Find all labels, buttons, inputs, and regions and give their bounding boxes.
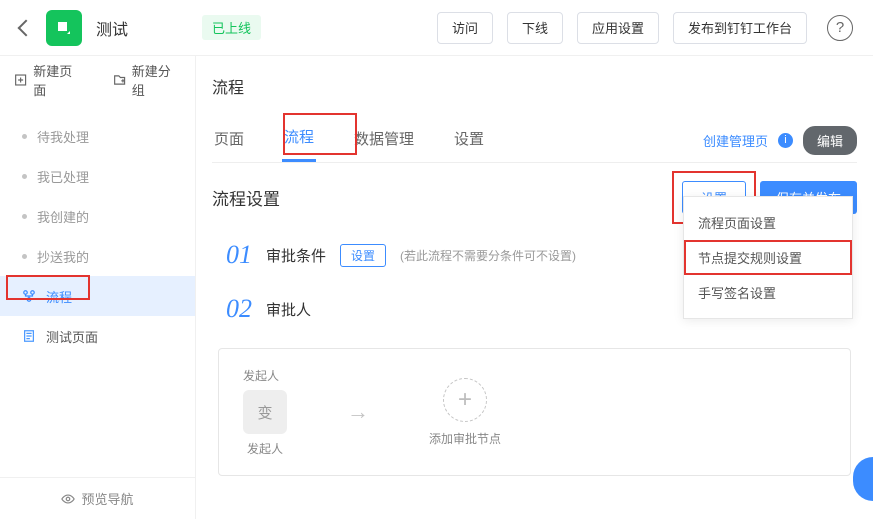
section-title: 流程 [212, 74, 857, 98]
new-group-label: 新建分组 [132, 61, 181, 99]
sidebar-item-done[interactable]: 我已处理 [0, 156, 195, 196]
flow-icon [22, 289, 36, 303]
app-settings-button[interactable]: 应用设置 [577, 12, 659, 44]
sidebar-item-todo[interactable]: 待我处理 [0, 116, 195, 156]
new-page-button[interactable]: 新建页面 [14, 61, 83, 99]
app-title: 测试 [96, 16, 128, 40]
sub-title: 流程设置 [212, 185, 280, 210]
step-1-hint: (若此流程不需要分条件可不设置) [400, 247, 576, 264]
new-group-button[interactable]: 新建分组 [113, 61, 182, 99]
eye-icon [61, 492, 75, 506]
offline-button[interactable]: 下线 [507, 12, 563, 44]
step-2-title: 审批人 [266, 299, 311, 320]
settings-dropdown: 流程页面设置 节点提交规则设置 手写签名设置 [683, 196, 853, 319]
initiator-node: 发起人 变 发起人 [243, 367, 287, 457]
info-icon[interactable]: i [778, 133, 793, 148]
status-badge: 已上线 [202, 15, 261, 40]
new-page-label: 新建页面 [33, 61, 82, 99]
new-page-icon [14, 73, 27, 87]
add-node-button[interactable]: + [443, 378, 487, 422]
dropdown-item-submit-rules[interactable]: 节点提交规则设置 [684, 240, 852, 275]
flow-diagram: 发起人 变 发起人 → + 添加审批节点 [218, 348, 851, 476]
new-group-icon [113, 73, 126, 87]
sidebar-item-flow[interactable]: 流程 [0, 276, 195, 316]
back-icon[interactable] [18, 19, 35, 36]
publish-button[interactable]: 发布到钉钉工作台 [673, 12, 807, 44]
sidebar: 新建页面 新建分组 待我处理 我已处理 我创建的 抄送我的 流程 测试页面 预览… [0, 56, 196, 519]
dropdown-item-page-settings[interactable]: 流程页面设置 [684, 205, 852, 240]
step-1-settings-button[interactable]: 设置 [340, 244, 386, 267]
tab-flow[interactable]: 流程 [282, 118, 316, 162]
help-icon[interactable]: ? [827, 15, 853, 41]
tab-data[interactable]: 数据管理 [352, 120, 416, 161]
app-logo [46, 10, 82, 46]
initiator-square[interactable]: 变 [243, 390, 287, 434]
arrow-icon: → [347, 399, 369, 425]
step-2-number: 02 [226, 294, 252, 324]
sidebar-item-test-page[interactable]: 测试页面 [0, 316, 195, 356]
page-icon [22, 329, 36, 343]
dropdown-item-signature[interactable]: 手写签名设置 [684, 275, 852, 310]
tab-page[interactable]: 页面 [212, 120, 246, 161]
sidebar-item-ccme[interactable]: 抄送我的 [0, 236, 195, 276]
add-node-label: 添加审批节点 [429, 430, 501, 447]
initiator-label-bottom: 发起人 [247, 440, 283, 457]
step-1-title: 审批条件 [266, 245, 326, 266]
visit-button[interactable]: 访问 [437, 12, 493, 44]
step-1-number: 01 [226, 240, 252, 270]
preview-nav-button[interactable]: 预览导航 [0, 477, 195, 519]
tabs: 页面 流程 数据管理 设置 创建管理页 i 编辑 [212, 118, 857, 163]
initiator-label-top: 发起人 [243, 367, 279, 384]
tab-settings[interactable]: 设置 [452, 120, 486, 161]
sidebar-item-created[interactable]: 我创建的 [0, 196, 195, 236]
create-mgmt-link[interactable]: 创建管理页 [703, 131, 768, 150]
edit-button[interactable]: 编辑 [803, 126, 857, 155]
